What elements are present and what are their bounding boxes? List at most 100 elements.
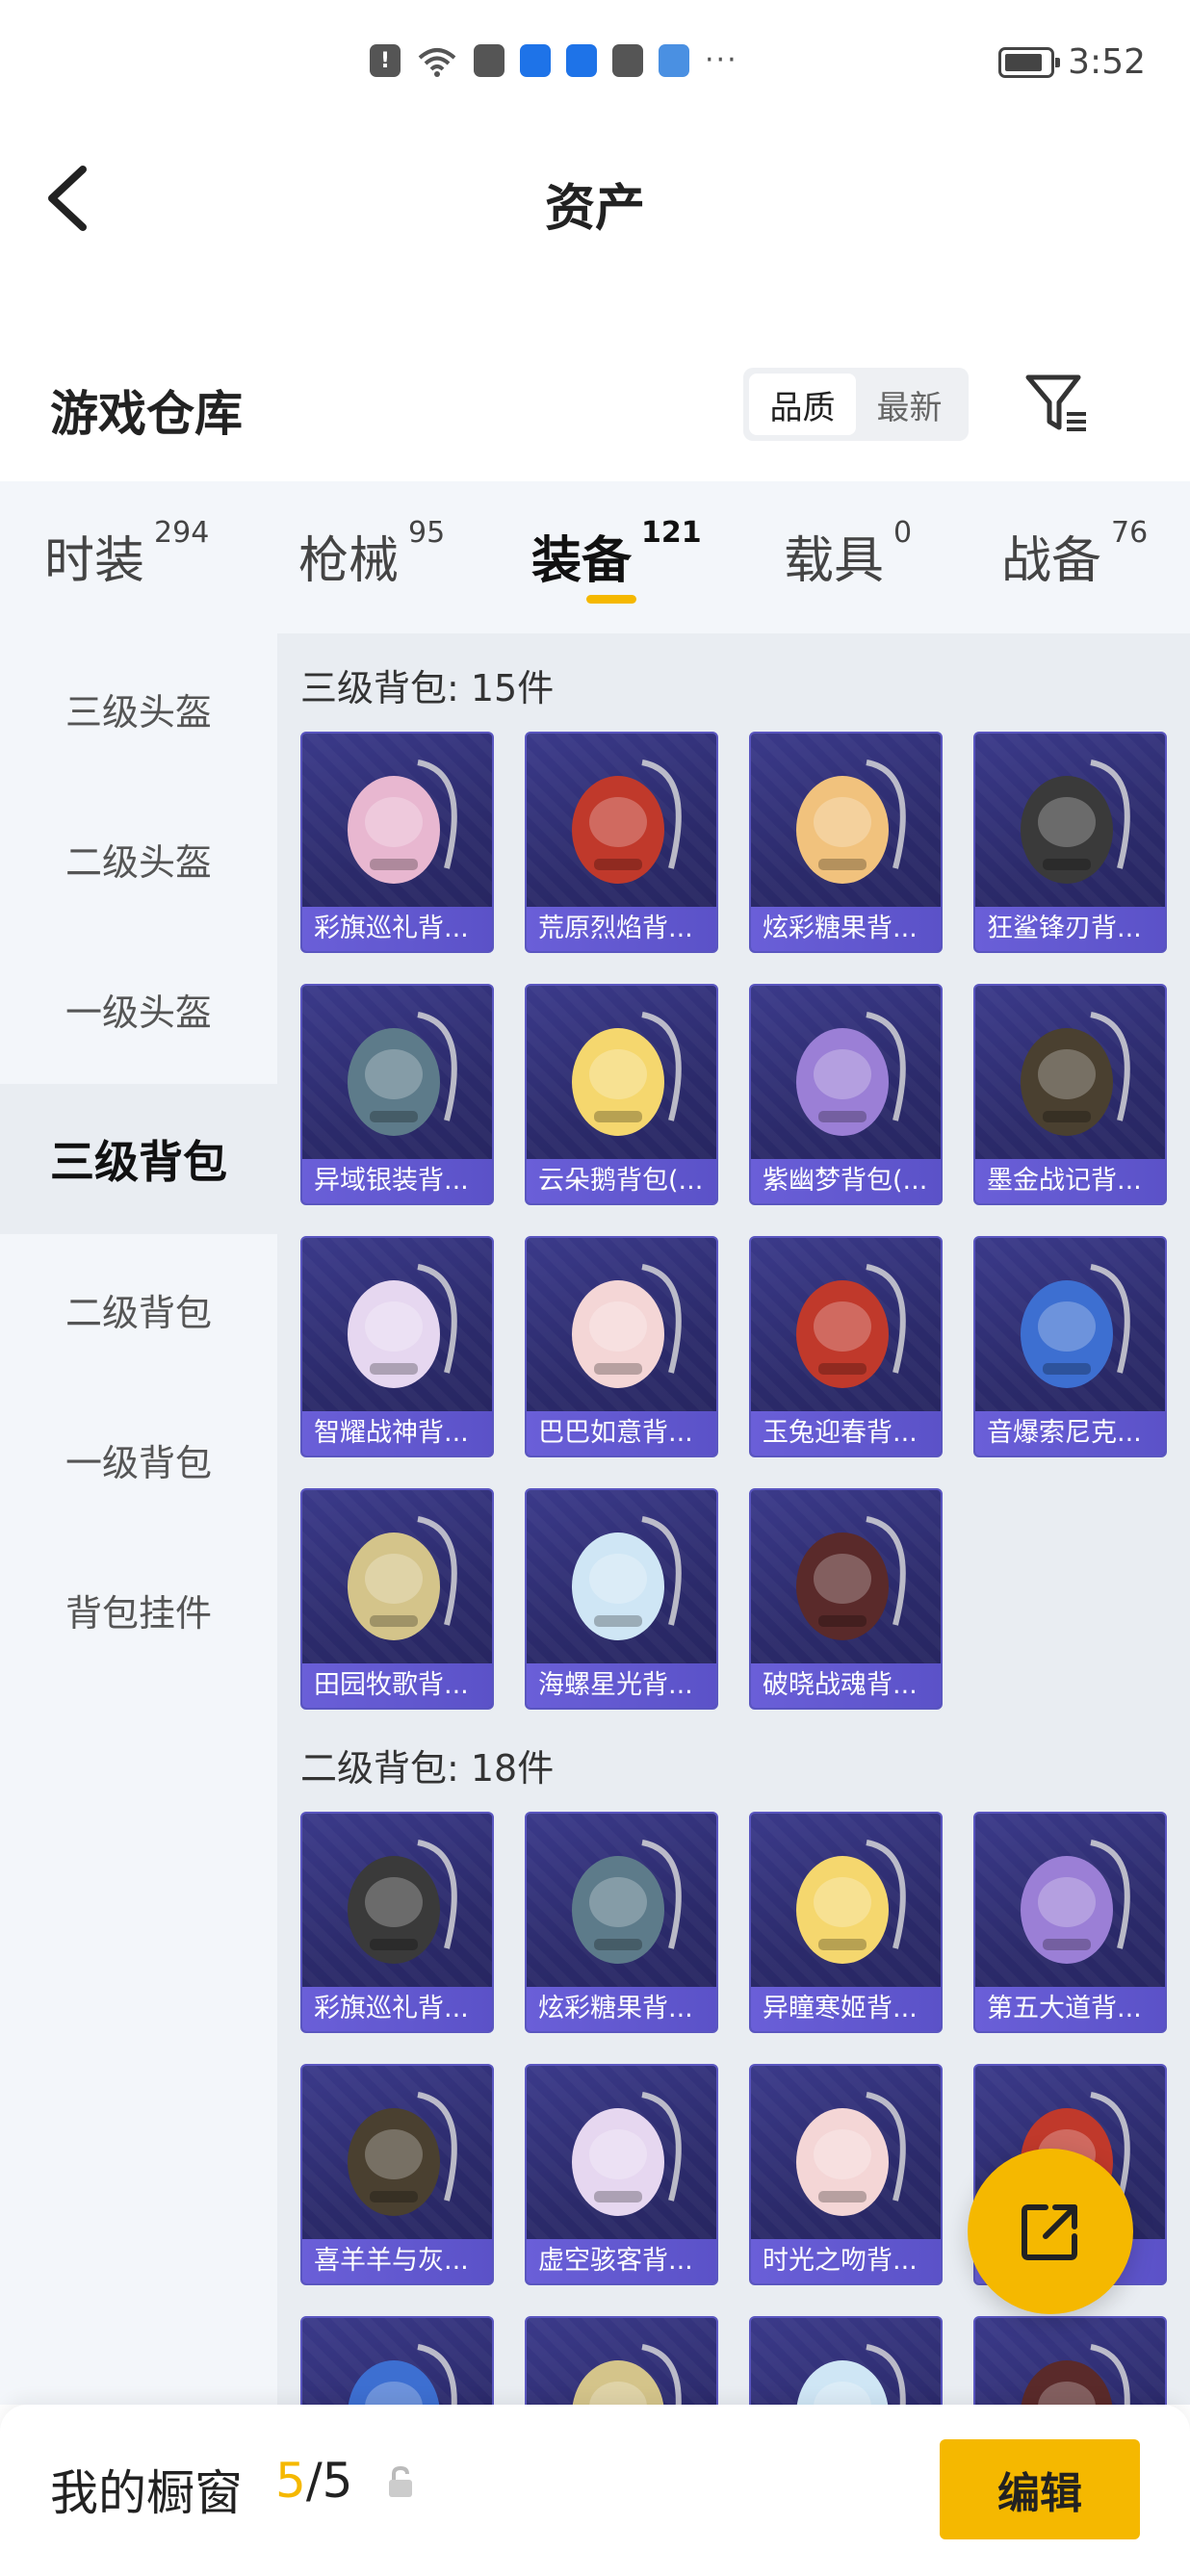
item-name: 异瞳寒姬背...	[751, 1987, 941, 2031]
lock-icon	[389, 2465, 412, 2497]
item-name: 云朵鹅背包(...	[527, 1159, 716, 1203]
item-card[interactable]: 彩旗巡礼背...	[300, 1812, 494, 2033]
item-card[interactable]	[300, 2316, 494, 2405]
showcase-title: 我的橱窗	[50, 2465, 243, 2521]
tab-label: 战备	[1001, 532, 1102, 590]
app-notification-icon	[474, 44, 504, 77]
backpack-image	[572, 2092, 682, 2216]
tab-supplies[interactable]: 战备 76	[1001, 516, 1148, 592]
item-grid: 彩旗巡礼背... 荒原烈焰背... 炫彩糖果背... 狂鲨锋刃背... 异域银装背...…	[300, 732, 1167, 1710]
item-card[interactable]: 狂鲨锋刃背...	[973, 732, 1167, 953]
side-item-backpack-charm[interactable]: 背包挂件	[0, 1534, 277, 1685]
item-name: 炫彩糖果背...	[751, 907, 941, 951]
status-right: 3:52	[998, 42, 1146, 82]
tab-vehicles[interactable]: 载具 0	[784, 516, 912, 592]
tab-count: 0	[893, 516, 913, 550]
item-card[interactable]	[973, 2316, 1167, 2405]
item-card[interactable]: 炫彩糖果背...	[525, 1812, 718, 2033]
item-card[interactable]: 紫幽梦背包(...	[749, 984, 943, 1205]
backpack-image	[796, 1012, 906, 1136]
filter-icon[interactable]	[1022, 370, 1092, 439]
backpack-image	[796, 1264, 906, 1388]
item-name: 海螺星光背...	[527, 1663, 716, 1708]
item-card[interactable]: 虚空骇客背...	[525, 2064, 718, 2285]
item-card[interactable]	[749, 2316, 943, 2405]
bottom-bar: 我的橱窗 5/5 编辑	[0, 2405, 1190, 2576]
warehouse-header: 游戏仓库 品质 最新	[0, 356, 1190, 481]
backpack-image	[348, 2092, 457, 2216]
cloud-icon	[659, 44, 689, 77]
tab-count: 294	[154, 516, 210, 550]
item-card[interactable]: 时光之吻背...	[749, 2064, 943, 2285]
wifi-icon	[418, 48, 456, 77]
side-item-level3-helmet[interactable]: 三级头盔	[0, 633, 277, 784]
sort-option-newest[interactable]: 最新	[856, 374, 963, 435]
item-card[interactable]: 异瞳寒姬背...	[749, 1812, 943, 2033]
alert-icon: !	[370, 44, 401, 77]
sort-option-quality[interactable]: 品质	[749, 374, 856, 435]
item-name: 玉兔迎春背...	[751, 1411, 941, 1455]
item-card[interactable]: 智耀战神背...	[300, 1236, 494, 1457]
active-tab-indicator	[586, 595, 636, 604]
share-external-icon	[1022, 2204, 1077, 2260]
item-card[interactable]: 海螺星光背...	[525, 1488, 718, 1710]
item-name: 狂鲨锋刃背...	[975, 907, 1165, 951]
side-item-level1-backpack[interactable]: 一级背包	[0, 1384, 277, 1534]
backpack-image	[348, 1012, 457, 1136]
more-notifications-icon: ···	[705, 43, 738, 77]
item-name: 墨金战记背...	[975, 1159, 1165, 1203]
item-name: 第五大道背...	[975, 1987, 1165, 2031]
showcase-current: 5	[275, 2453, 306, 2509]
item-name: 彩旗巡礼背...	[302, 907, 492, 951]
item-name: 时光之吻背...	[751, 2239, 941, 2283]
item-card[interactable]: 云朵鹅背包(...	[525, 984, 718, 1205]
clock: 3:52	[1068, 42, 1146, 82]
item-card[interactable]: 第五大道背...	[973, 1812, 1167, 2033]
item-card[interactable]: 彩旗巡礼背...	[300, 732, 494, 953]
edit-button[interactable]: 编辑	[940, 2439, 1140, 2539]
tab-label: 时装	[44, 532, 145, 590]
item-card[interactable]: 破晓战魂背...	[749, 1488, 943, 1710]
side-item-level2-backpack[interactable]: 二级背包	[0, 1234, 277, 1384]
backpack-image	[572, 1516, 682, 1640]
backpack-image	[1021, 1264, 1130, 1388]
item-name: 音爆索尼克...	[975, 1411, 1165, 1455]
item-name: 巴巴如意背...	[527, 1411, 716, 1455]
bulb-icon	[566, 44, 597, 77]
backpack-image	[796, 1840, 906, 1964]
item-name: 智耀战神背...	[302, 1411, 492, 1455]
item-card[interactable]: 异域银装背...	[300, 984, 494, 1205]
app-notification-icon	[612, 44, 643, 77]
item-content: 三级背包: 15件 彩旗巡礼背... 荒原烈焰背... 炫彩糖果背... 狂鲨锋刃背.…	[277, 633, 1190, 2405]
item-card[interactable]: 荒原烈焰背...	[525, 732, 718, 953]
item-card[interactable]: 墨金战记背...	[973, 984, 1167, 1205]
side-item-level1-helmet[interactable]: 一级头盔	[0, 934, 277, 1084]
nav-bar: 资产	[0, 135, 1190, 260]
category-tabs: 时装 294 枪械 95 装备 121 载具 0 战备 76	[0, 481, 1190, 633]
backpack-image	[796, 2092, 906, 2216]
backpack-image	[1021, 760, 1130, 884]
tab-fashion[interactable]: 时装 294	[44, 516, 209, 592]
side-item-level2-helmet[interactable]: 二级头盔	[0, 784, 277, 934]
sort-toggle: 品质 最新	[743, 368, 969, 441]
page-title: 资产	[544, 180, 645, 238]
item-card[interactable]: 喜羊羊与灰...	[300, 2064, 494, 2285]
side-menu: 三级头盔 二级头盔 一级头盔 三级背包 二级背包 一级背包 背包挂件	[0, 633, 277, 2405]
tab-firearms[interactable]: 枪械 95	[298, 516, 445, 592]
item-card[interactable]: 音爆索尼克...	[973, 1236, 1167, 1457]
tab-label: 装备	[531, 532, 633, 590]
backpack-image	[1021, 1012, 1130, 1136]
item-card[interactable]: 巴巴如意背...	[525, 1236, 718, 1457]
item-name: 荒原烈焰背...	[527, 907, 716, 951]
tab-equipment[interactable]: 装备 121	[531, 516, 702, 592]
side-item-level3-backpack[interactable]: 三级背包	[0, 1084, 277, 1234]
share-button[interactable]	[968, 2149, 1133, 2314]
item-card[interactable]	[525, 2316, 718, 2405]
tab-count: 95	[408, 516, 446, 550]
item-card[interactable]: 田园牧歌背...	[300, 1488, 494, 1710]
item-card[interactable]: 炫彩糖果背...	[749, 732, 943, 953]
backpack-image	[348, 760, 457, 884]
browser-icon	[520, 44, 551, 77]
item-card[interactable]: 玉兔迎春背...	[749, 1236, 943, 1457]
backpack-image	[348, 1516, 457, 1640]
